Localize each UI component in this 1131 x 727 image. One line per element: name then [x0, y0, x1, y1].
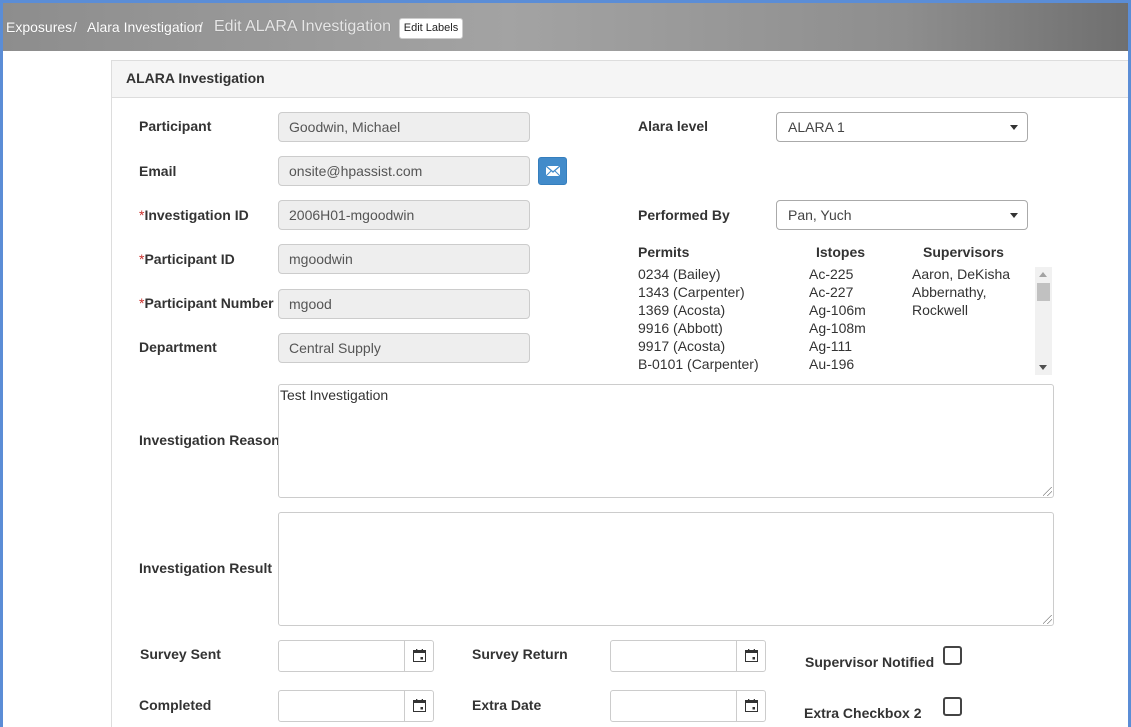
- department-label: Department: [139, 339, 217, 355]
- breadcrumb-separator: /: [73, 19, 77, 35]
- chevron-down-icon: [1010, 213, 1018, 218]
- alara-level-label: Alara level: [638, 118, 709, 134]
- resize-handle-icon[interactable]: [1043, 615, 1052, 624]
- permits-header: Permits: [638, 244, 690, 260]
- breadcrumb-current: Edit ALARA Investigation: [214, 18, 391, 35]
- supervisor-item[interactable]: Rockwell: [912, 301, 968, 319]
- participant-id-field: mgoodwin: [278, 244, 530, 274]
- scroll-down-arrow-icon[interactable]: [1039, 365, 1047, 370]
- performed-by-select[interactable]: Pan, Yuch: [776, 200, 1028, 230]
- breadcrumb-separator: /: [199, 19, 203, 35]
- panel-header: ALARA Investigation: [112, 61, 1128, 98]
- permit-item[interactable]: 1343 (Carpenter): [638, 283, 745, 301]
- extra-date-input[interactable]: [610, 690, 766, 722]
- isotope-item[interactable]: Ag-111: [809, 337, 852, 355]
- supervisors-header: Supervisors: [923, 244, 1004, 260]
- resize-handle-icon[interactable]: [1043, 487, 1052, 496]
- calendar-icon: [745, 699, 758, 712]
- permit-item[interactable]: 0234 (Bailey): [638, 265, 721, 283]
- breadcrumb: Exposures / Alara Investigation / Edit A…: [3, 3, 1128, 51]
- breadcrumb-alara-investigation[interactable]: Alara Investigation: [87, 19, 202, 35]
- survey-return-date-input[interactable]: [610, 640, 766, 672]
- panel-title: ALARA Investigation: [126, 70, 265, 86]
- permit-item[interactable]: 9917 (Acosta): [638, 337, 725, 355]
- investigation-id-label: *Investigation ID: [139, 207, 249, 223]
- calendar-button[interactable]: [736, 641, 765, 671]
- calendar-button[interactable]: [404, 691, 433, 721]
- isotope-item[interactable]: Ac-227: [809, 283, 853, 301]
- supervisor-notified-label: Supervisor Notified: [805, 654, 935, 670]
- calendar-icon: [413, 649, 426, 662]
- send-email-button[interactable]: [538, 157, 567, 185]
- chevron-down-icon: [1010, 125, 1018, 130]
- survey-return-label: Survey Return: [472, 646, 568, 662]
- department-field: Central Supply: [278, 333, 530, 363]
- participant-id-label: *Participant ID: [139, 251, 235, 267]
- email-label: Email: [139, 163, 177, 179]
- completed-label: Completed: [139, 697, 212, 713]
- performed-by-value: Pan, Yuch: [788, 207, 852, 223]
- calendar-button[interactable]: [404, 641, 433, 671]
- calendar-button[interactable]: [736, 691, 765, 721]
- isotope-item[interactable]: Ag-108m: [809, 319, 866, 337]
- participant-number-label: *Participant Number: [139, 295, 274, 311]
- isotope-item[interactable]: Ag-106m: [809, 301, 866, 319]
- investigation-reason-label: Investigation Reason: [139, 432, 280, 448]
- breadcrumb-exposures[interactable]: Exposures: [6, 19, 72, 35]
- permit-item[interactable]: B-0101 (Carpenter): [638, 355, 759, 373]
- survey-sent-label: Survey Sent: [140, 646, 221, 662]
- envelope-icon: [546, 166, 560, 176]
- investigation-result-textarea[interactable]: [278, 512, 1054, 626]
- permit-item[interactable]: 9916 (Abbott): [638, 319, 723, 337]
- isotope-item[interactable]: Au-196: [809, 355, 854, 373]
- alara-level-select[interactable]: ALARA 1: [776, 112, 1028, 142]
- supervisor-item[interactable]: Aaron, DeKisha: [912, 265, 1010, 283]
- alara-level-value: ALARA 1: [788, 119, 845, 135]
- survey-sent-date-input[interactable]: [278, 640, 434, 672]
- calendar-icon: [745, 649, 758, 662]
- investigation-id-field: 2006H01-mgoodwin: [278, 200, 530, 230]
- calendar-icon: [413, 699, 426, 712]
- edit-labels-button[interactable]: Edit Labels: [399, 18, 463, 39]
- completed-date-input[interactable]: [278, 690, 434, 722]
- extra-checkbox-2-label: Extra Checkbox 2: [804, 705, 922, 721]
- participant-number-field: mgood: [278, 289, 530, 319]
- email-field: onsite@hpassist.com: [278, 156, 530, 186]
- participant-label: Participant: [139, 118, 212, 134]
- extra-checkbox-2[interactable]: [943, 697, 962, 716]
- isotope-item[interactable]: Ac-225: [809, 265, 853, 283]
- scroll-thumb[interactable]: [1037, 283, 1050, 301]
- permit-item[interactable]: 1369 (Acosta): [638, 301, 725, 319]
- supervisor-item[interactable]: Abbernathy,: [912, 283, 986, 301]
- investigation-reason-textarea[interactable]: Test Investigation: [278, 384, 1054, 498]
- extra-date-label: Extra Date: [472, 697, 542, 713]
- investigation-result-label: Investigation Result: [139, 560, 273, 576]
- supervisor-notified-checkbox[interactable]: [943, 646, 962, 665]
- scroll-up-arrow-icon[interactable]: [1039, 272, 1047, 277]
- performed-by-label: Performed By: [638, 207, 730, 223]
- istopes-header: Istopes: [816, 244, 866, 260]
- lists-scrollbar[interactable]: [1035, 267, 1052, 375]
- investigation-reason-text: Test Investigation: [280, 387, 389, 403]
- participant-field: Goodwin, Michael: [278, 112, 530, 142]
